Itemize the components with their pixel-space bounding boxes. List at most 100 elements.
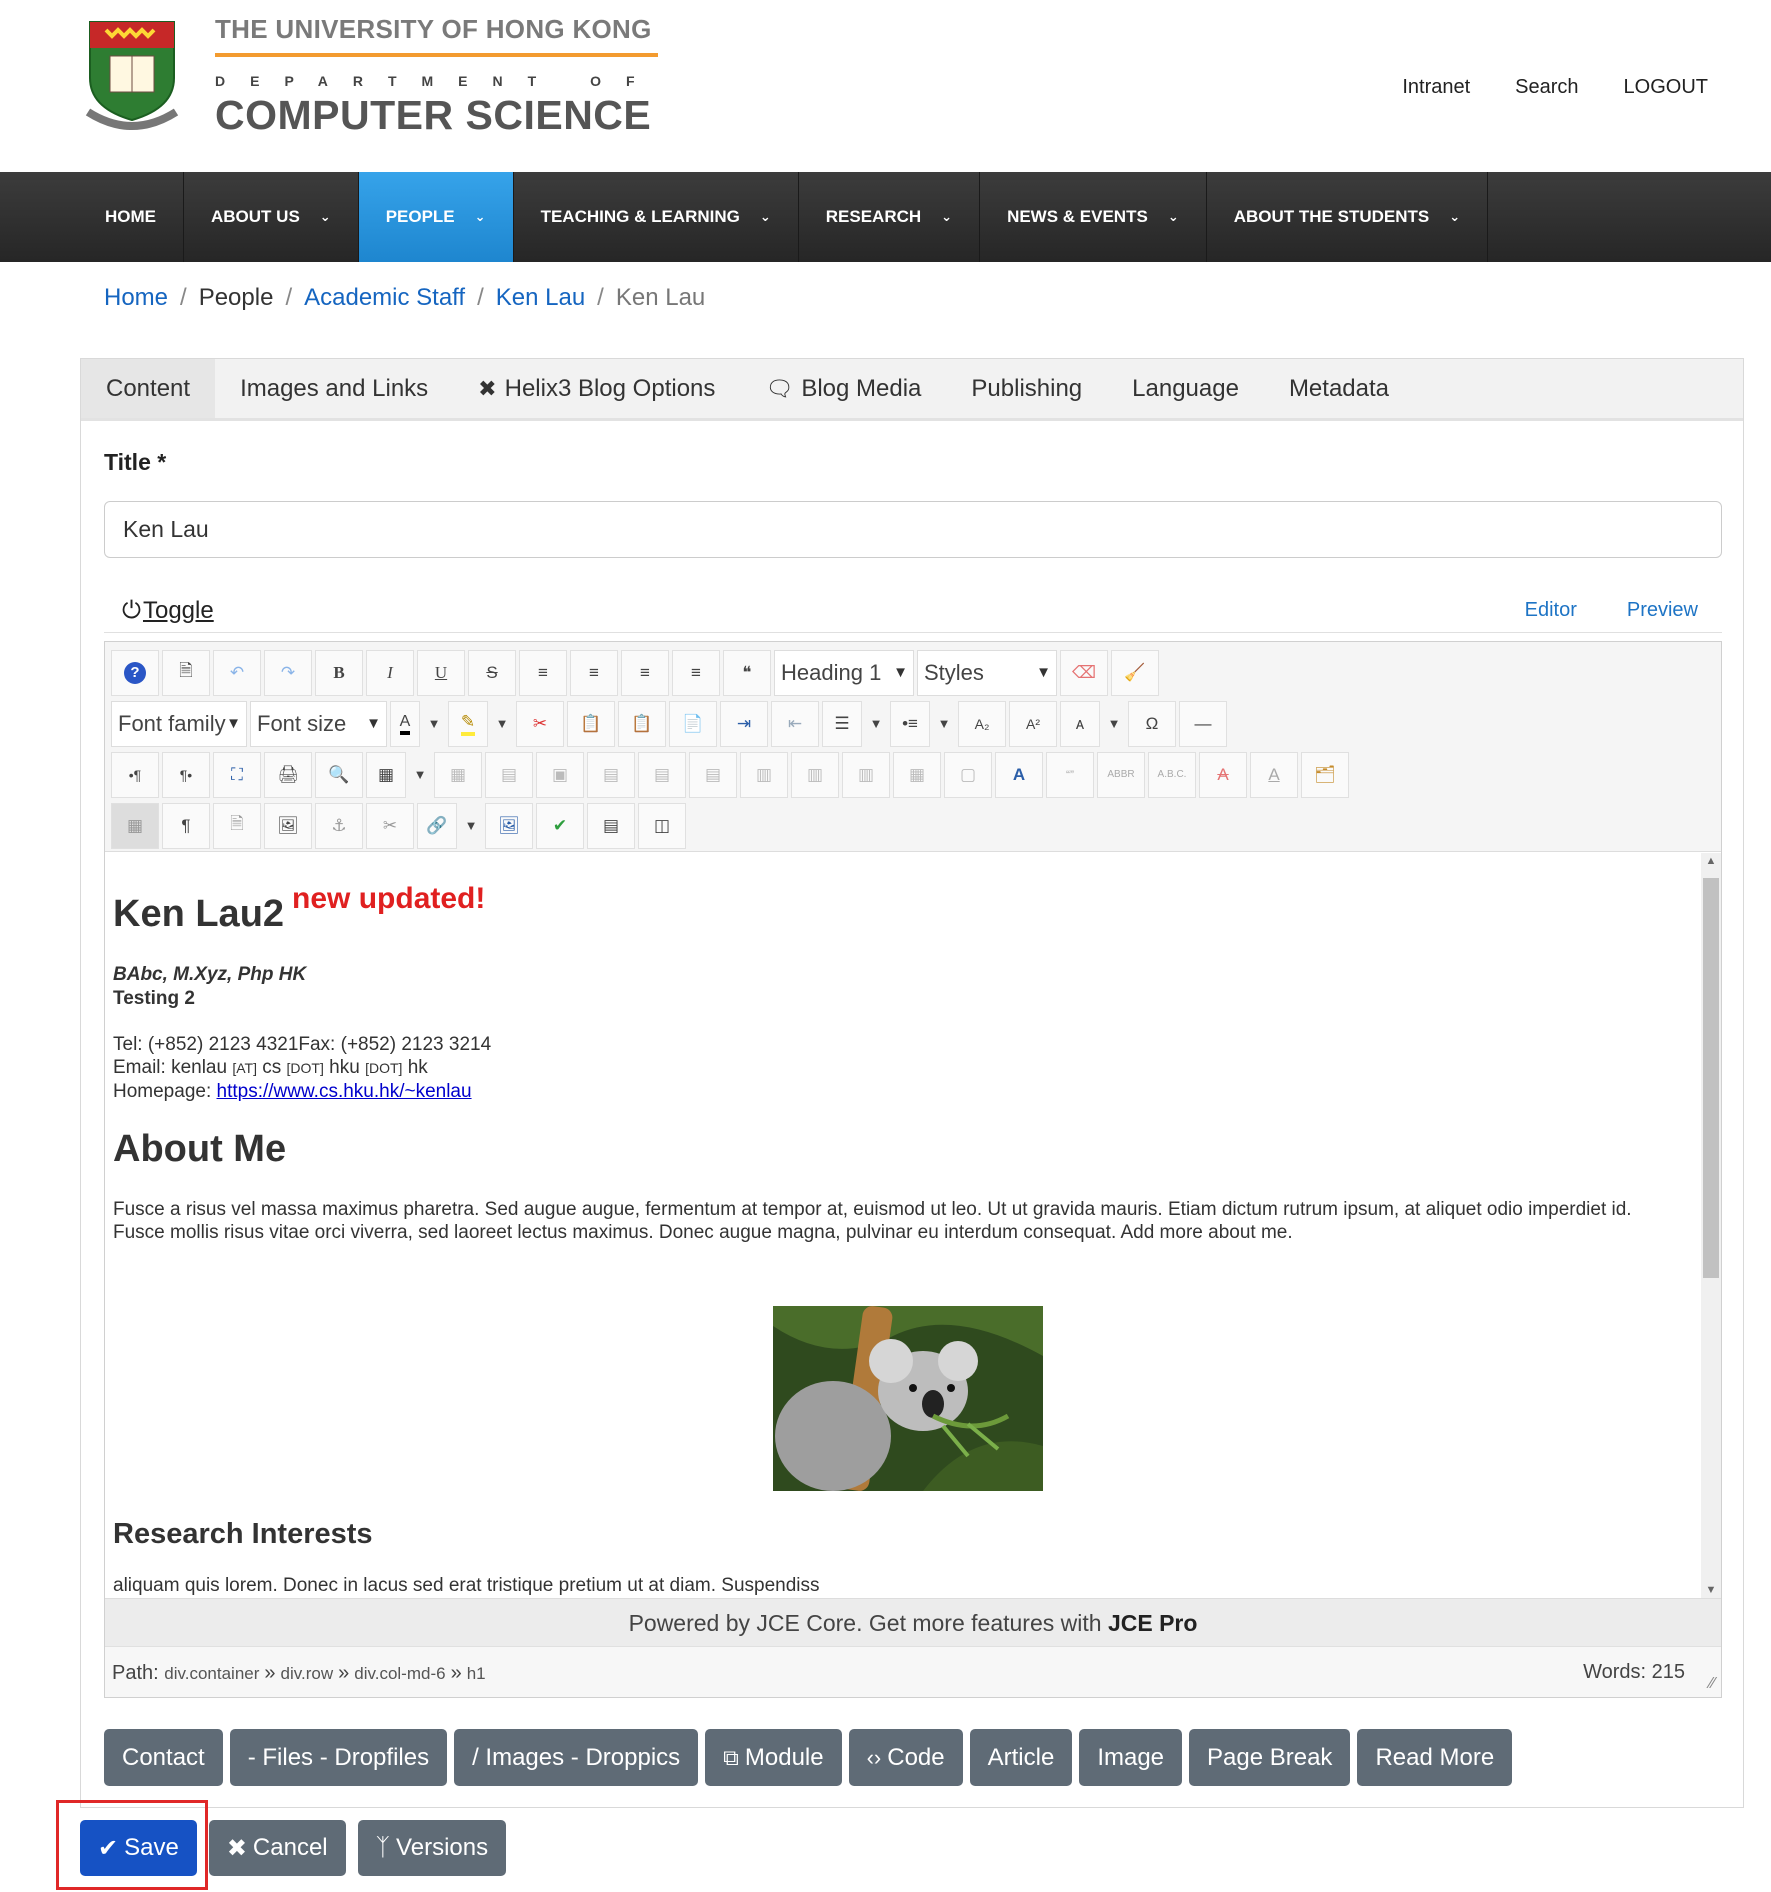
italic-icon[interactable]: I bbox=[366, 649, 414, 696]
nav-about-students[interactable]: ABOUT THE STUDENTS ⌄ bbox=[1207, 172, 1489, 262]
hku-crest-logo[interactable] bbox=[82, 16, 182, 132]
source-code-icon[interactable]: ◫ bbox=[638, 802, 686, 849]
align-right-icon[interactable]: ≡ bbox=[672, 649, 720, 696]
chevron-down-icon[interactable]: ▼ bbox=[1103, 701, 1125, 747]
insert-image-icon[interactable]: 🖼 bbox=[264, 802, 312, 849]
format-select[interactable]: Heading 1 ▼ bbox=[774, 649, 914, 696]
logout-link[interactable]: LOGOUT bbox=[1624, 76, 1708, 99]
resize-handle-icon[interactable]: ∕∕ bbox=[1710, 1675, 1715, 1693]
paste-icon[interactable]: 📋 bbox=[618, 700, 666, 747]
versions-button[interactable]: ᛉ Versions bbox=[357, 1820, 507, 1876]
image-button[interactable]: Image bbox=[1079, 1729, 1183, 1786]
indent-icon[interactable]: ⇥ bbox=[720, 700, 768, 747]
row-after-icon[interactable]: ▤ bbox=[638, 751, 686, 798]
template-icon[interactable]: 🗎 bbox=[213, 802, 261, 849]
delete-row-icon[interactable]: ▤ bbox=[689, 751, 737, 798]
scroll-up-arrow-icon[interactable]: ▲ bbox=[1701, 855, 1721, 867]
nav-research[interactable]: RESEARCH ⌄ bbox=[799, 172, 981, 262]
copy-icon[interactable]: 📋 bbox=[567, 700, 615, 747]
page-break-button[interactable]: Page Break bbox=[1189, 1729, 1351, 1786]
row-before-icon[interactable]: ▤ bbox=[587, 751, 635, 798]
print-icon[interactable]: 🖨 bbox=[264, 751, 312, 798]
editor-content[interactable]: Ken Lau2 new updated! BAbc, M.Xyz, Php HK… bbox=[105, 853, 1702, 1598]
split-cells-icon[interactable]: ▦ bbox=[893, 751, 941, 798]
chevron-down-icon[interactable]: ▼ bbox=[865, 701, 887, 747]
nav-news-events[interactable]: NEWS & EVENTS ⌄ bbox=[980, 172, 1207, 262]
tab-content[interactable]: Content bbox=[81, 359, 216, 418]
nav-home[interactable]: HOME bbox=[0, 172, 184, 262]
merge-cells-icon[interactable]: ▢ bbox=[944, 751, 992, 798]
tab-publishing[interactable]: Publishing bbox=[946, 359, 1107, 418]
tab-blog-media[interactable]: 🗨 Blog Media bbox=[740, 359, 946, 418]
scrollbar-thumb[interactable] bbox=[1703, 878, 1719, 1278]
path-item[interactable]: div.container bbox=[164, 1664, 259, 1683]
read-more-button[interactable]: Read More bbox=[1357, 1729, 1513, 1786]
superscript-icon[interactable]: A² bbox=[1009, 700, 1057, 747]
path-item[interactable]: h1 bbox=[467, 1664, 486, 1683]
tab-images-links[interactable]: Images and Links bbox=[215, 359, 453, 418]
scroll-down-arrow-icon[interactable]: ▼ bbox=[1701, 1584, 1721, 1596]
abbreviation-icon[interactable]: ABBR bbox=[1097, 751, 1145, 798]
highlight-color-icon[interactable]: ✎ bbox=[448, 700, 488, 747]
chevron-down-icon[interactable]: ▼ bbox=[423, 701, 445, 747]
unordered-list-icon[interactable]: •≡ bbox=[890, 700, 930, 747]
link-icon[interactable]: 🔗 bbox=[417, 802, 457, 849]
paste-text-icon[interactable]: 📄 bbox=[669, 700, 717, 747]
attributes-icon[interactable]: 🗂 bbox=[1301, 751, 1349, 798]
undo-icon[interactable]: ↶ bbox=[213, 649, 261, 696]
spellcheck-icon[interactable]: ✔ bbox=[536, 802, 584, 849]
delete-col-icon[interactable]: ▥ bbox=[842, 751, 890, 798]
text-color-icon[interactable]: A bbox=[390, 700, 420, 747]
nav-teaching-learning[interactable]: TEACHING & LEARNING ⌄ bbox=[514, 172, 799, 262]
row-props-icon[interactable]: ▤ bbox=[485, 751, 533, 798]
strikethrough-icon[interactable]: S bbox=[468, 649, 516, 696]
new-document-icon[interactable]: 🗎 bbox=[162, 649, 210, 696]
insertion-icon[interactable]: A bbox=[1250, 751, 1298, 798]
editor-mode-tab[interactable]: Editor bbox=[1525, 599, 1577, 622]
image-manager-icon[interactable]: 🖼 bbox=[485, 802, 533, 849]
style-props-icon[interactable]: A bbox=[995, 751, 1043, 798]
save-button[interactable]: ✔ Save bbox=[80, 1820, 197, 1876]
tab-helix3-blog-options[interactable]: ✖ Helix3 Blog Options bbox=[453, 359, 740, 418]
align-justify-icon[interactable]: ≡ bbox=[519, 649, 567, 696]
module-button[interactable]: ⧉ Module bbox=[705, 1729, 842, 1786]
search-replace-icon[interactable]: 🔍 bbox=[315, 751, 363, 798]
acronym-icon[interactable]: A.B.C. bbox=[1148, 751, 1196, 798]
redo-icon[interactable]: ↷ bbox=[264, 649, 312, 696]
font-family-select[interactable]: Font family ▼ bbox=[111, 700, 247, 747]
special-char-omega-icon[interactable]: Ω bbox=[1128, 700, 1176, 747]
visual-aid-icon[interactable]: ▦ bbox=[111, 802, 159, 849]
blockquote-icon[interactable]: ❝ bbox=[723, 649, 771, 696]
intranet-link[interactable]: Intranet bbox=[1402, 76, 1470, 99]
nav-about-us[interactable]: ABOUT US ⌄ bbox=[184, 172, 359, 262]
breadcrumb-academic-staff[interactable]: Academic Staff bbox=[304, 284, 465, 312]
table-icon[interactable]: ▦ bbox=[366, 751, 406, 798]
preview-mode-tab[interactable]: Preview bbox=[1627, 599, 1698, 622]
outdent-icon[interactable]: ⇤ bbox=[771, 700, 819, 747]
path-item[interactable]: div.row bbox=[281, 1664, 334, 1683]
chevron-down-icon[interactable]: ▼ bbox=[460, 803, 482, 849]
fullscreen-icon[interactable]: ⛶ bbox=[213, 751, 261, 798]
align-left-icon[interactable]: ≡ bbox=[621, 649, 669, 696]
delete-table-icon[interactable]: ▦ bbox=[434, 751, 482, 798]
unlink-icon[interactable]: ✂ bbox=[366, 802, 414, 849]
cell-props-icon[interactable]: ▣ bbox=[536, 751, 584, 798]
font-size-select[interactable]: Font size ▼ bbox=[250, 700, 387, 747]
cleanup-broom-icon[interactable]: 🧹 bbox=[1111, 649, 1159, 696]
show-blocks-icon[interactable]: ¶ bbox=[162, 802, 210, 849]
ltr-direction-icon[interactable]: •¶ bbox=[111, 751, 159, 798]
cite-icon[interactable]: “” bbox=[1046, 751, 1094, 798]
rtl-direction-icon[interactable]: ¶• bbox=[162, 751, 210, 798]
search-link[interactable]: Search bbox=[1515, 76, 1578, 99]
bold-icon[interactable]: B bbox=[315, 649, 363, 696]
jce-pro-link[interactable]: JCE Pro bbox=[1108, 1610, 1197, 1636]
path-item[interactable]: div.col-md-6 bbox=[354, 1664, 445, 1683]
koala-image[interactable] bbox=[773, 1306, 1043, 1491]
align-center-icon[interactable]: ≡ bbox=[570, 649, 618, 696]
tab-language[interactable]: Language bbox=[1107, 359, 1264, 418]
homepage-link[interactable]: https://www.cs.hku.hk/~kenlau bbox=[217, 1081, 472, 1102]
article-button[interactable]: Article bbox=[969, 1729, 1073, 1786]
breadcrumb-home[interactable]: Home bbox=[104, 284, 168, 312]
department-logo-text[interactable]: THE UNIVERSITY OF HONG KONG DEPARTMENT O… bbox=[215, 14, 660, 139]
article-break-icon[interactable]: ▤ bbox=[587, 802, 635, 849]
